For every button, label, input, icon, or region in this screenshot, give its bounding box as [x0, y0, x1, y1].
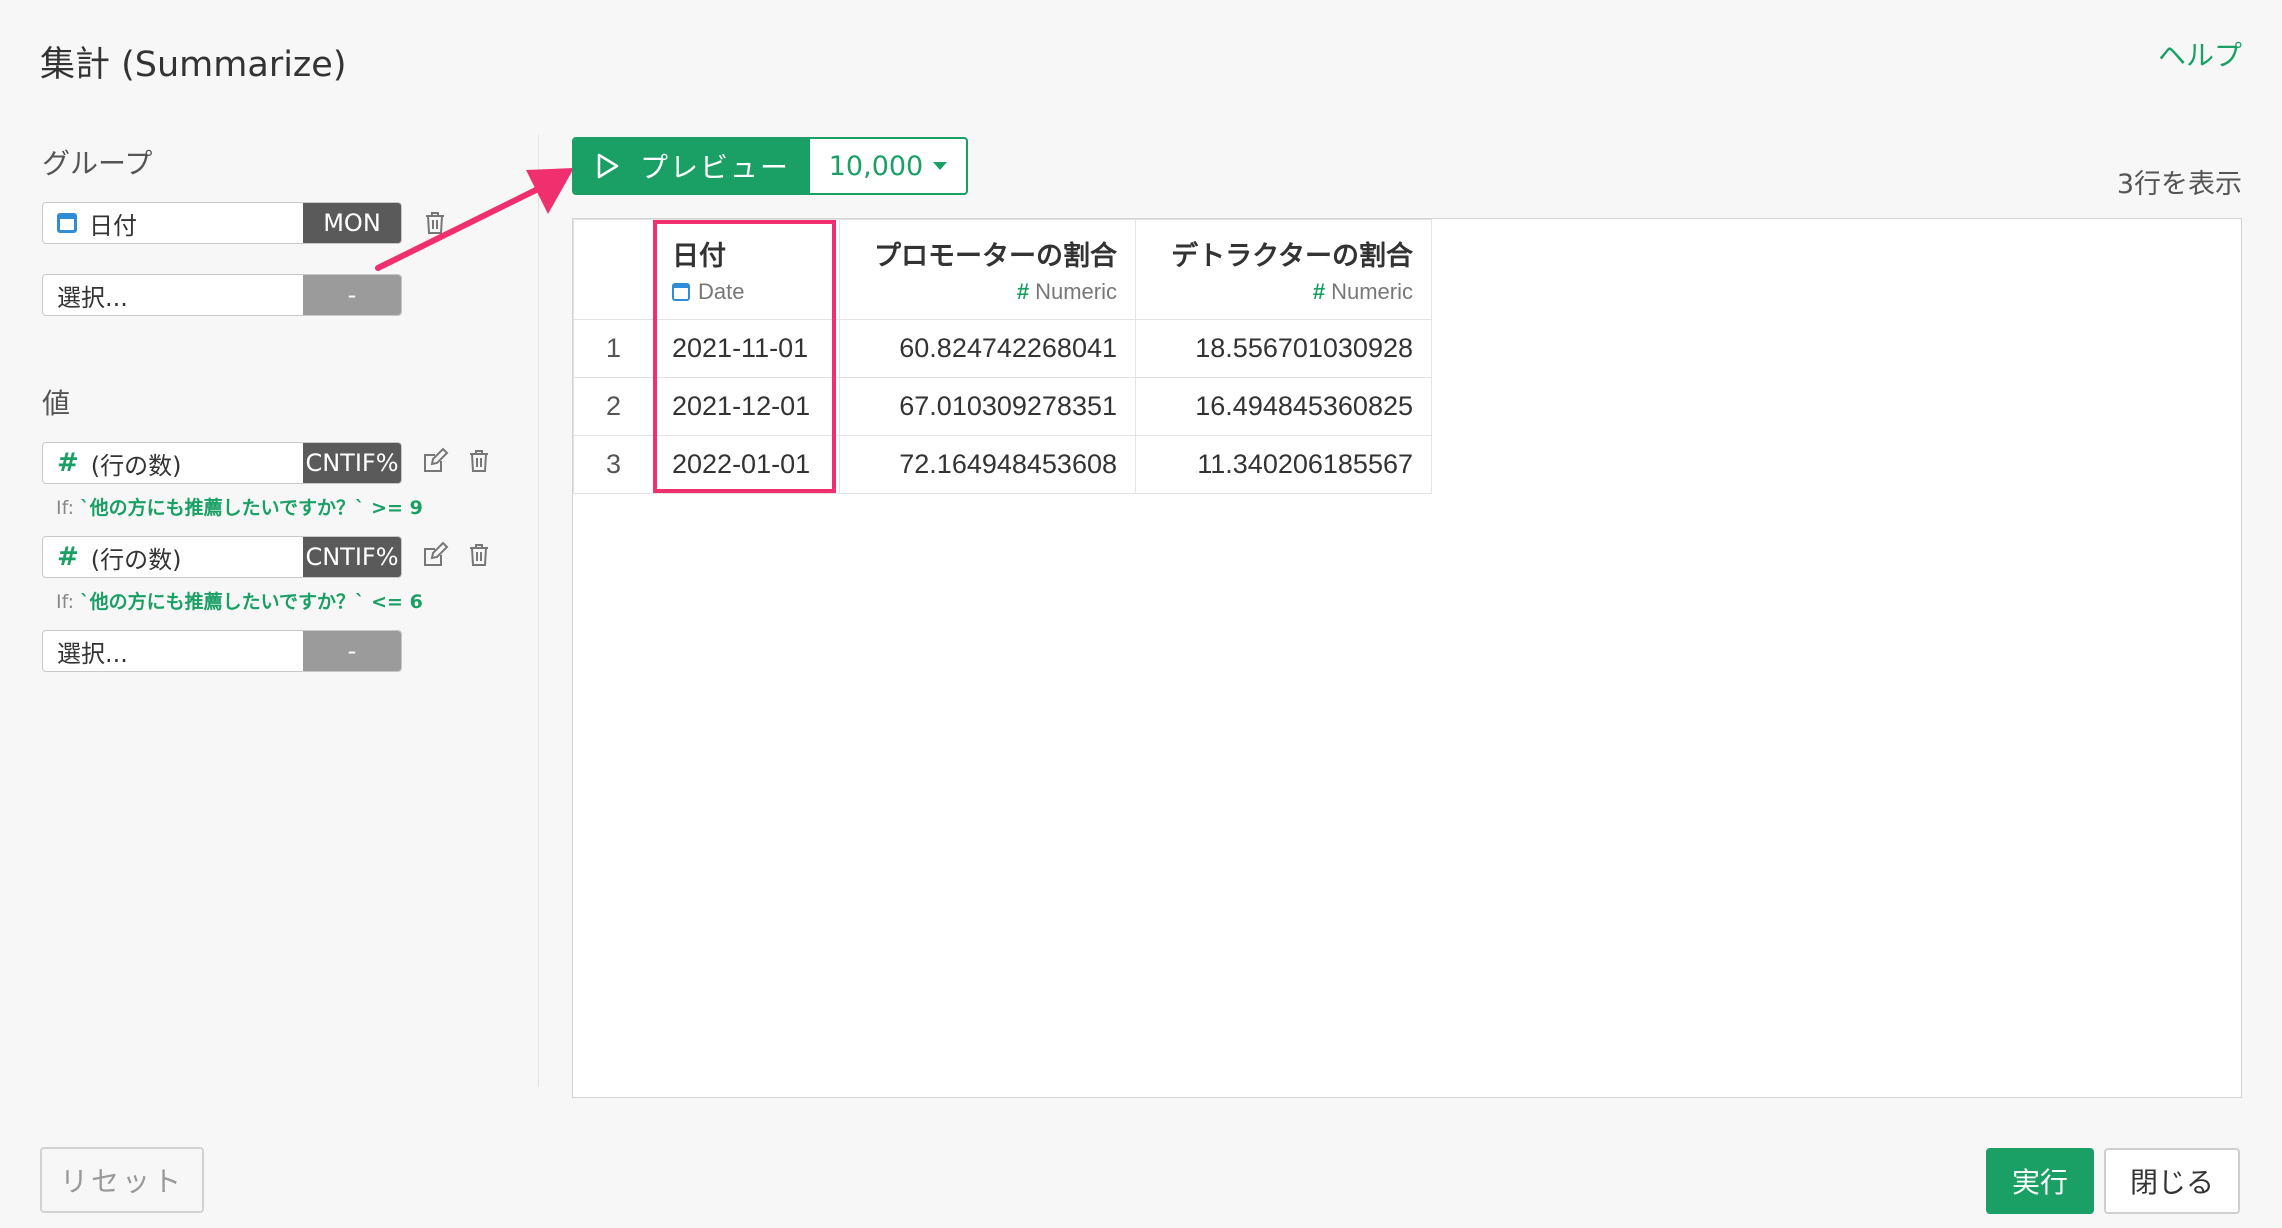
preview-table: 日付 Date プロモーターの割合 # Numeric デトラクターの割合 # Nu… — [573, 219, 1432, 494]
cell-promoter: 72.164948453608 — [839, 435, 1136, 494]
condition-expression: `他の方にも推薦したいですか？` >= 9 — [80, 497, 423, 519]
column-header-promoter[interactable]: プロモーターの割合 # Numeric — [839, 219, 1136, 320]
run-button[interactable]: 実行 — [1986, 1148, 2094, 1214]
group-select-tag[interactable]: - — [303, 275, 401, 315]
cell-promoter: 60.824742268041 — [839, 319, 1136, 378]
numeric-hash-icon: # — [57, 542, 79, 572]
row-index: 2 — [573, 377, 654, 436]
preview-count: 10,000 — [828, 150, 924, 182]
group-field-name-area[interactable]: 日付 — [43, 203, 303, 243]
value-select-tag[interactable]: - — [303, 631, 401, 671]
group-field[interactable]: 日付 MON — [42, 202, 402, 244]
table-row: 1 2021-11-01 60.824742268041 18.55670103… — [573, 319, 1432, 378]
cell-date: 2021-12-01 — [653, 377, 840, 436]
edit-value-button-1[interactable] — [418, 444, 452, 478]
value-select-placeholder: 選択... — [57, 639, 128, 668]
edit-icon — [424, 447, 449, 472]
value-field-2-name-area[interactable]: # (行の数) — [43, 537, 303, 577]
delete-value-button-1[interactable] — [462, 444, 496, 478]
value-function-tag-2[interactable]: CNTIF% — [303, 537, 401, 577]
trash-icon — [470, 450, 488, 472]
edit-value-button-2[interactable] — [418, 538, 452, 572]
preview-table-container[interactable]: 日付 Date プロモーターの割合 # Numeric デトラクターの割合 # Nu… — [572, 218, 2242, 1098]
numeric-hash-icon: # — [57, 448, 79, 478]
numeric-hash-icon: # — [1312, 279, 1326, 304]
play-icon — [597, 153, 619, 179]
column-type: Date — [672, 279, 821, 305]
cell-date: 2021-11-01 — [653, 319, 840, 378]
column-type-label: Date — [698, 279, 745, 304]
index-header — [573, 219, 654, 320]
preview-count-dropdown[interactable]: 10,000 — [810, 139, 966, 193]
table-row: 3 2022-01-01 72.164948453608 11.34020618… — [573, 435, 1432, 494]
column-type: # Numeric — [858, 279, 1117, 305]
value-condition-2: If: `他の方にも推薦したいですか？` <= 6 — [56, 587, 423, 614]
group-section-label: グループ — [42, 147, 153, 180]
delete-value-button-2[interactable] — [462, 538, 496, 572]
value-function-tag-1[interactable]: CNTIF% — [303, 443, 401, 483]
annotation-arrow — [375, 168, 574, 271]
value-field-1-name: (行の数) — [90, 451, 182, 480]
column-type-label: Numeric — [1331, 279, 1413, 304]
value-field-2[interactable]: # (行の数) CNTIF% — [42, 536, 402, 578]
column-header-detractor[interactable]: デトラクターの割合 # Numeric — [1135, 219, 1432, 320]
dialog-title: 集計 (Summarize) — [40, 45, 347, 85]
edit-icon — [424, 541, 449, 566]
close-button[interactable]: 閉じる — [2104, 1148, 2240, 1214]
row-count-label: 3行を表示 — [2116, 169, 2242, 200]
column-name: プロモーターの割合 — [874, 241, 1117, 271]
column-header-date[interactable]: 日付 Date — [653, 219, 840, 320]
trash-icon — [470, 544, 488, 566]
value-field-1[interactable]: # (行の数) CNTIF% — [42, 442, 402, 484]
value-condition-1: If: `他の方にも推薦したいですか？` >= 9 — [56, 493, 423, 520]
calendar-icon — [57, 213, 77, 233]
cell-detractor: 11.340206185567 — [1135, 435, 1432, 494]
row-index: 3 — [573, 435, 654, 494]
help-link[interactable]: ヘルプ — [2158, 34, 2242, 74]
numeric-hash-icon: # — [1016, 279, 1030, 304]
value-field-2-name: (行の数) — [90, 545, 182, 574]
column-name: デトラクターの割合 — [1171, 241, 1413, 271]
table-row: 2 2021-12-01 67.010309278351 16.49484536… — [573, 377, 1432, 436]
condition-prefix: If: — [56, 591, 75, 613]
cell-detractor: 18.556701030928 — [1135, 319, 1432, 378]
preview-control[interactable]: プレビュー 10,000 — [572, 137, 968, 195]
column-name: 日付 — [672, 241, 726, 271]
preview-button[interactable]: プレビュー — [574, 139, 810, 193]
reset-button[interactable]: リセット — [40, 1147, 204, 1213]
preview-label: プレビュー — [640, 151, 791, 184]
condition-expression: `他の方にも推薦したいですか？` <= 6 — [80, 591, 423, 613]
group-select-placeholder: 選択... — [57, 283, 128, 312]
cell-date: 2022-01-01 — [653, 435, 840, 494]
column-type: # Numeric — [1154, 279, 1413, 305]
value-select[interactable]: 選択... - — [42, 630, 402, 672]
column-type-label: Numeric — [1035, 279, 1117, 304]
calendar-icon — [672, 283, 690, 301]
cell-detractor: 16.494845360825 — [1135, 377, 1432, 436]
condition-prefix: If: — [56, 497, 75, 519]
caret-down-icon — [933, 162, 948, 170]
value-field-1-name-area[interactable]: # (行の数) — [43, 443, 303, 483]
group-select[interactable]: 選択... - — [42, 274, 402, 316]
cell-promoter: 67.010309278351 — [839, 377, 1136, 436]
row-index: 1 — [573, 319, 654, 378]
group-field-name: 日付 — [89, 211, 137, 240]
value-section-label: 値 — [42, 387, 71, 420]
